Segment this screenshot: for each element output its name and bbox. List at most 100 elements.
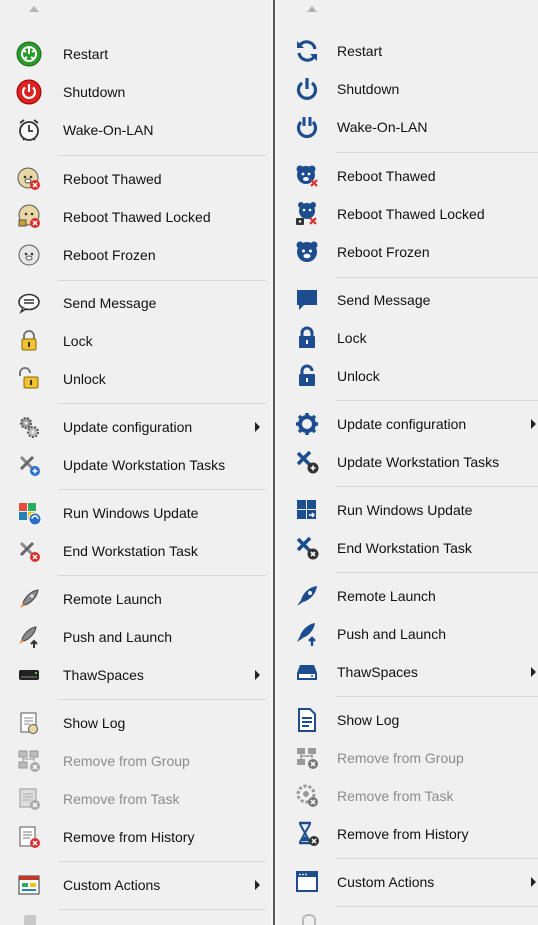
restart-icon bbox=[14, 39, 44, 69]
separator bbox=[336, 696, 538, 697]
menu-item-remove-from-task[interactable]: Remove from Task bbox=[278, 779, 538, 813]
separator bbox=[58, 489, 266, 490]
menu-item-remove-from-task[interactable]: Remove from Task bbox=[0, 782, 270, 816]
menu-item-thawspaces[interactable]: ThawSpaces bbox=[278, 655, 538, 689]
menu-item-remove-from-history[interactable]: Remove from History bbox=[278, 817, 538, 851]
menu-item-reboot-thawed-locked[interactable]: Reboot Thawed Locked bbox=[0, 200, 270, 234]
wake-power-icon bbox=[292, 112, 322, 142]
tools-stop-icon bbox=[292, 533, 322, 563]
bear-frozen-icon bbox=[14, 240, 44, 270]
menu-item-update-workstation-tasks[interactable]: Update Workstation Tasks bbox=[278, 445, 538, 479]
menu-item-show-log[interactable]: Show Log bbox=[278, 703, 538, 737]
separator bbox=[336, 906, 538, 907]
menu-item-wake-on-lan[interactable]: Wake-On-LAN bbox=[278, 110, 538, 144]
menu-item-run-windows-update[interactable]: Run Windows Update bbox=[0, 496, 270, 530]
splitter bbox=[270, 0, 278, 925]
menu-item-reboot-thawed[interactable]: Reboot Thawed bbox=[278, 159, 538, 193]
menu-item-push-and-launch[interactable]: Push and Launch bbox=[0, 620, 270, 654]
menu-item-label: Wake-On-LAN bbox=[63, 122, 154, 138]
menu-item-wake-on-lan[interactable]: Wake-On-LAN bbox=[0, 113, 270, 147]
menu-item-label: Unlock bbox=[337, 368, 380, 384]
menu-item-send-message[interactable]: Send Message bbox=[278, 283, 538, 317]
gears-icon bbox=[14, 412, 44, 442]
menu-item-unlock[interactable]: Unlock bbox=[0, 362, 270, 396]
drive-icon bbox=[292, 657, 322, 687]
menu-item-lock[interactable]: Lock bbox=[278, 321, 538, 355]
menu-item-label: Run Windows Update bbox=[337, 502, 473, 518]
separator bbox=[58, 861, 266, 862]
rocket-push-icon bbox=[292, 619, 322, 649]
menu-item-reboot-thawed[interactable]: Reboot Thawed bbox=[0, 162, 270, 196]
scroll-up-icon[interactable] bbox=[307, 6, 317, 12]
menu-item-label: Custom Actions bbox=[337, 874, 435, 890]
menu-item-remove-from-group[interactable]: Remove from Group bbox=[0, 744, 270, 778]
separator bbox=[58, 699, 266, 700]
menu-item-label: Push and Launch bbox=[337, 626, 446, 642]
menu-item-push-and-launch[interactable]: Push and Launch bbox=[278, 617, 538, 651]
menu-item-end-workstation-task[interactable]: End Workstation Task bbox=[278, 531, 538, 565]
menu-item-label: Reboot Thawed Locked bbox=[337, 206, 485, 222]
submenu-arrow-icon bbox=[255, 880, 260, 890]
menu-item-label: End Workstation Task bbox=[337, 540, 472, 556]
separator bbox=[336, 858, 538, 859]
menu-item-update-configuration[interactable]: Update configuration bbox=[0, 410, 270, 444]
bear-thawed-icon bbox=[14, 164, 44, 194]
context-menu-flat: Restart Shutdown Wake-On-LAN Reboot Thaw… bbox=[278, 0, 538, 925]
menu-item-label: Remote Launch bbox=[63, 591, 162, 607]
menu-item-show-log[interactable]: Show Log bbox=[0, 706, 270, 740]
menu-item-label: Lock bbox=[337, 330, 367, 346]
menu-item-thawspaces[interactable]: ThawSpaces bbox=[0, 658, 270, 692]
menu-item-update-workstation-tasks[interactable]: Update Workstation Tasks bbox=[0, 448, 270, 482]
menu-item-shutdown[interactable]: Shutdown bbox=[0, 75, 270, 109]
rocket-icon bbox=[14, 584, 44, 614]
menu-item-remove-from-group[interactable]: Remove from Group bbox=[278, 741, 538, 775]
menu-item-label: Update Workstation Tasks bbox=[337, 454, 500, 470]
menu-item-remote-launch[interactable]: Remote Launch bbox=[0, 582, 270, 616]
history-remove-icon bbox=[14, 822, 44, 852]
menu-item-unlock[interactable]: Unlock bbox=[278, 359, 538, 393]
task-remove-icon bbox=[14, 784, 44, 814]
menu-item-label: Reboot Thawed bbox=[63, 171, 162, 187]
separator bbox=[58, 575, 266, 576]
menu-item-remove-from-history[interactable]: Remove from History bbox=[0, 820, 270, 854]
menu-item-label: Show Log bbox=[337, 712, 400, 728]
lock-icon bbox=[292, 323, 322, 353]
submenu-arrow-icon bbox=[255, 422, 260, 432]
menu-item-send-message[interactable]: Send Message bbox=[0, 286, 270, 320]
scroll-up-icon[interactable] bbox=[29, 6, 39, 12]
partial-next-item-icon bbox=[24, 915, 36, 925]
menu-item-reboot-frozen[interactable]: Reboot Frozen bbox=[278, 235, 538, 269]
network-remove-icon bbox=[292, 743, 322, 773]
separator bbox=[336, 572, 538, 573]
menu-item-label: Wake-On-LAN bbox=[337, 119, 428, 135]
menu-item-restart[interactable]: Restart bbox=[278, 34, 538, 68]
menu-item-custom-actions[interactable]: Custom Actions bbox=[278, 865, 538, 899]
separator bbox=[336, 400, 538, 401]
menu-item-lock[interactable]: Lock bbox=[0, 324, 270, 358]
menu-item-custom-actions[interactable]: Custom Actions bbox=[0, 868, 270, 902]
menu-item-end-workstation-task[interactable]: End Workstation Task bbox=[0, 534, 270, 568]
menu-item-reboot-frozen[interactable]: Reboot Frozen bbox=[0, 238, 270, 272]
menu-item-shutdown[interactable]: Shutdown bbox=[278, 72, 538, 106]
menu-item-restart[interactable]: Restart bbox=[0, 37, 270, 71]
menu-item-label: ThawSpaces bbox=[63, 667, 144, 683]
rocket-icon bbox=[292, 581, 322, 611]
drive-icon bbox=[14, 660, 44, 690]
padlock-closed-icon bbox=[14, 326, 44, 356]
tools-update-icon bbox=[14, 450, 44, 480]
menu-item-reboot-thawed-locked[interactable]: Reboot Thawed Locked bbox=[278, 197, 538, 231]
menu-item-label: Remote Launch bbox=[337, 588, 436, 604]
menu-item-label: Update Workstation Tasks bbox=[63, 457, 226, 473]
menu-item-update-configuration[interactable]: Update configuration bbox=[278, 407, 538, 441]
gear-icon bbox=[292, 409, 322, 439]
menu-item-run-windows-update[interactable]: Run Windows Update bbox=[278, 493, 538, 527]
menu-item-label: Custom Actions bbox=[63, 877, 161, 893]
menu-item-label: Remove from History bbox=[337, 826, 469, 842]
menu-item-remote-launch[interactable]: Remote Launch bbox=[278, 579, 538, 613]
menu-item-label: Reboot Frozen bbox=[337, 244, 430, 260]
menu-item-label: Lock bbox=[63, 333, 93, 349]
restart-icon bbox=[292, 36, 322, 66]
menu-item-label: Push and Launch bbox=[63, 629, 172, 645]
bear-frozen-icon bbox=[292, 237, 322, 267]
log-document-icon bbox=[292, 705, 322, 735]
